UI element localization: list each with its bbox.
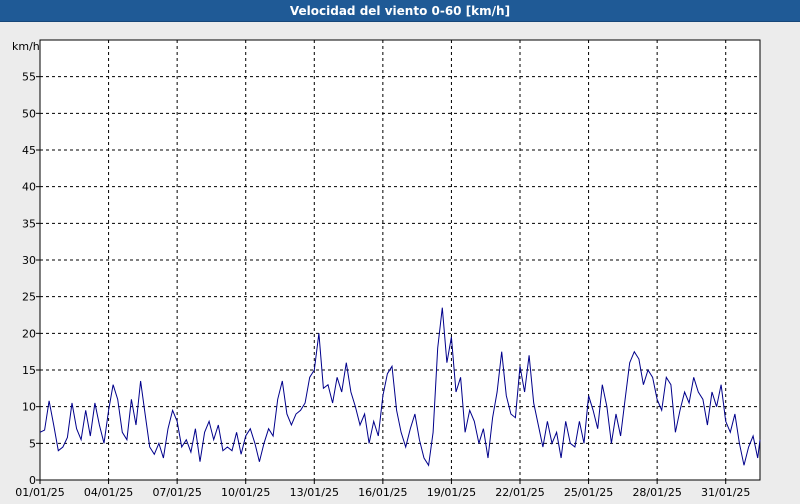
y-tick-label: 20 [22,327,36,340]
x-tick-label: 01/01/25 [15,486,64,499]
x-tick-label: 13/01/25 [290,486,339,499]
x-tick-label: 19/01/25 [427,486,476,499]
y-tick-label: 5 [29,437,36,450]
y-axis-label: km/h [12,40,40,53]
x-tick-label: 10/01/25 [221,486,270,499]
window-title: Velocidad del viento 0-60 [km/h] [0,0,800,22]
x-tick-label: 16/01/25 [358,486,407,499]
y-tick-label: 25 [22,291,36,304]
chart-area: 0 5 10 15 20 25 30 35 40 45 50 55 01/01/25 04/01/25 0… [0,22,800,500]
x-tick-label: 22/01/25 [495,486,544,499]
y-tick-label: 45 [22,144,36,157]
y-tick-label: 10 [22,401,36,414]
y-tick-label: 50 [22,107,36,120]
x-axis-ticks: 01/01/25 04/01/25 07/01/25 10/01/25 13/01/25… [15,480,750,499]
y-tick-label: 15 [22,364,36,377]
x-tick-label: 28/01/25 [632,486,681,499]
x-tick-label: 04/01/25 [84,486,133,499]
y-tick-label: 55 [22,71,36,84]
x-tick-label: 31/01/25 [701,486,750,499]
y-axis-ticks: 0510152025303540455055 [22,71,40,487]
y-tick-label: 40 [22,181,36,194]
wind-speed-chart: 0510152025303540455055 01/01/25 04/01/25 0… [12,39,761,499]
x-tick-label: 07/01/25 [152,486,201,499]
x-tick-label: 25/01/25 [564,486,613,499]
y-tick-label: 30 [22,254,36,267]
y-tick-label: 35 [22,217,36,230]
